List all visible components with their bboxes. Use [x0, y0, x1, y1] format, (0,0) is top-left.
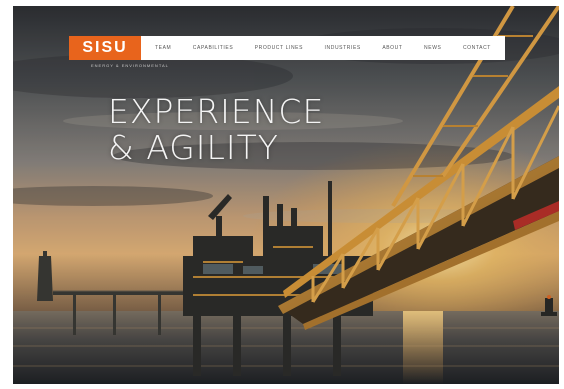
website-frame: SISU ENERGY & ENVIRONMENTAL TEAM CAPABIL…: [13, 6, 559, 384]
brand-logo-text: SISU: [82, 39, 128, 56]
hero-headline: EXPERIENCE & AGILITY: [108, 94, 324, 166]
nav-item-capabilities[interactable]: CAPABILITIES: [193, 45, 233, 51]
nav-item-industries[interactable]: INDUSTRIES: [325, 45, 361, 51]
nav-item-about[interactable]: ABOUT: [382, 45, 402, 51]
nav-item-product-lines[interactable]: PRODUCT LINES: [255, 45, 303, 51]
hero-headline-line2: & AGILITY: [108, 128, 279, 167]
brand-tagline: ENERGY & ENVIRONMENTAL: [91, 63, 169, 68]
nav-item-contact[interactable]: CONTACT: [463, 45, 491, 51]
nav-item-news[interactable]: NEWS: [424, 45, 441, 51]
hero-headline-line1: EXPERIENCE: [108, 92, 325, 131]
brand-logo[interactable]: SISU: [69, 36, 141, 60]
main-navigation: TEAM CAPABILITIES PRODUCT LINES INDUSTRI…: [141, 36, 505, 60]
nav-item-team[interactable]: TEAM: [155, 45, 171, 51]
